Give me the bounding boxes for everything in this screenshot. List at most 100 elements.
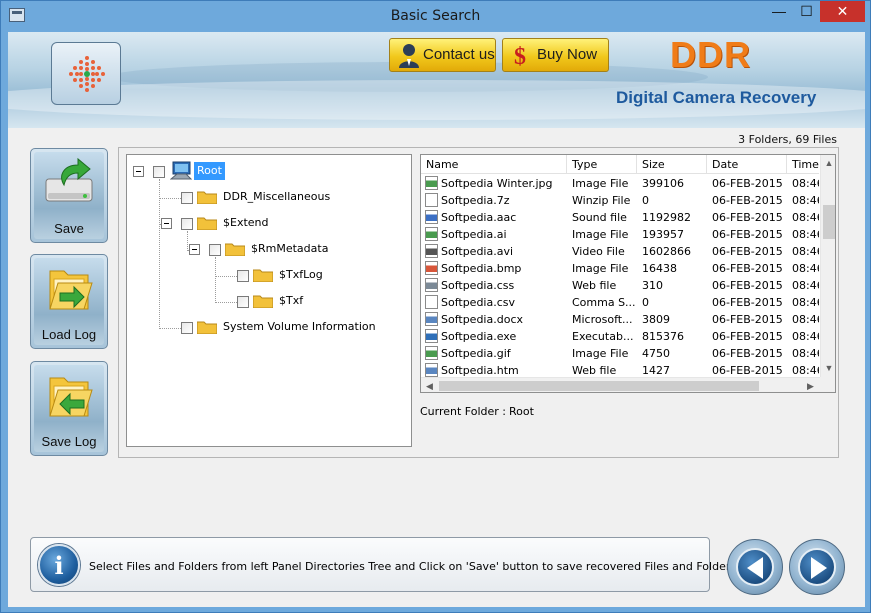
load-log-button[interactable]: Load Log [30,254,108,349]
buy-now-button[interactable]: $ Buy Now [502,38,609,72]
file-type-cell: Microsoft... [572,313,633,326]
tree-checkbox[interactable] [181,322,193,334]
root-collapse-toggle[interactable] [133,166,144,177]
window-icon [425,329,438,343]
root-checkbox[interactable] [153,166,165,178]
tree-node-label[interactable]: $RmMetadata [251,240,328,258]
file-date-cell: 06-FEB-2015 [712,296,783,309]
save-label: Save [54,221,84,236]
close-button[interactable]: ✕ [820,1,865,22]
vertical-scroll-thumb[interactable] [823,205,835,239]
scroll-down-arrow-icon[interactable]: ▼ [821,360,835,377]
tree-node-label[interactable]: $Extend [223,214,269,232]
title-bar[interactable]: Basic Search — ☐ ✕ [1,1,870,31]
file-type-cell: Winzip File [572,194,631,207]
file-row[interactable]: Softpedia.avi Video File 1602866 06-FEB-201… [421,243,819,260]
file-list-body: Softpedia Winter.jpg Image File 399106 06-F… [421,175,819,377]
scroll-right-arrow-icon[interactable]: ▶ [802,378,819,392]
maximize-button[interactable]: ☐ [793,1,820,22]
file-time-cell: 08:46 [792,211,819,224]
file-row[interactable]: Softpedia.gif Image File 4750 06-FEB-2015 08… [421,345,819,362]
brand-logo-text: DDR [670,34,751,75]
tree-node-label[interactable]: $Txf [279,292,303,310]
scroll-left-arrow-icon[interactable]: ◀ [421,378,438,392]
next-button[interactable] [789,539,845,595]
file-list-header: Name Type Size Date Time [421,155,819,174]
tree-collapse-toggle[interactable] [189,244,200,255]
tree-checkbox[interactable] [237,296,249,308]
save-log-button[interactable]: Save Log [30,361,108,456]
logo-dots-icon [69,56,105,92]
column-header-type[interactable]: Type [567,155,637,174]
scroll-up-arrow-icon[interactable]: ▲ [821,155,835,172]
file-name-cell: Softpedia.aac [441,211,517,224]
folder-load-icon [49,270,93,310]
file-row[interactable]: Softpedia.aac Sound file 1192982 06-FEB-201… [421,209,819,226]
file-size-cell: 4750 [642,347,670,360]
folder-file-count: 3 Folders, 69 Files [738,133,837,146]
tree-node-label[interactable]: $TxfLog [279,266,323,284]
file-size-cell: 1602866 [642,245,691,258]
file-name-cell: Softpedia.gif [441,347,511,360]
contact-us-label: Contact us [423,46,495,63]
column-header-date[interactable]: Date [707,155,787,174]
file-row[interactable]: Softpedia.csv Comma S... 0 06-FEB-2015 08:46 [421,294,819,311]
file-row[interactable]: Softpedia.exe Executab... 815376 06-FEB-201… [421,328,819,345]
file-row[interactable]: Softpedia.ai Image File 193957 06-FEB-2015 0… [421,226,819,243]
file-row[interactable]: Softpedia.7z Winzip File 0 06-FEB-2015 08:46 [421,192,819,209]
file-name-cell: Softpedia.avi [441,245,514,258]
dollar-icon: $ [514,44,526,68]
file-row[interactable]: Softpedia.docx Microsoft... 3809 06-FEB-201… [421,311,819,328]
document-icon [425,312,438,326]
arrow-left-icon [747,557,763,579]
horizontal-scroll-thumb[interactable] [439,381,759,391]
file-icon [425,295,438,309]
tree-node-label[interactable]: System Volume Information [223,318,376,336]
image-icon [425,176,438,190]
folder-icon [253,269,273,282]
file-name-cell: Softpedia.7z [441,194,510,207]
tree-collapse-toggle[interactable] [161,218,172,229]
vertical-scrollbar[interactable]: ▲ ▼ [820,155,835,377]
file-date-cell: 06-FEB-2015 [712,279,783,292]
status-bar: i Select Files and Folders from left Pan… [30,537,740,592]
file-size-cell: 815376 [642,330,684,343]
file-time-cell: 08:46 [792,262,819,275]
image-icon [425,227,438,241]
file-list[interactable]: Name Type Size Date Time Softpedia Winte… [420,154,836,393]
save-disk-icon [45,157,93,202]
file-row[interactable]: Softpedia.css Web file 310 06-FEB-2015 08:46 [421,277,819,294]
column-header-size[interactable]: Size [637,155,707,174]
file-row[interactable]: Softpedia Winter.jpg Image File 399106 06-F… [421,175,819,192]
file-icon [425,193,438,207]
tree-checkbox[interactable] [209,244,221,256]
image-icon [425,346,438,360]
save-button[interactable]: Save [30,148,108,243]
file-date-cell: 06-FEB-2015 [712,262,783,275]
horizontal-scrollbar[interactable]: ◀ ▶ [421,377,820,392]
tree-checkbox[interactable] [181,218,193,230]
contact-us-button[interactable]: Contact us [389,38,496,72]
status-message: Select Files and Folders from left Panel… [89,560,740,573]
content-panel: Root DDR_Miscellaneous $Extend $RmMetada… [118,147,839,458]
file-type-cell: Image File [572,347,629,360]
tree-node-label[interactable]: DDR_Miscellaneous [223,188,330,206]
tree-node-root[interactable]: Root [194,162,225,180]
file-date-cell: 06-FEB-2015 [712,228,783,241]
file-date-cell: 06-FEB-2015 [712,177,783,190]
arrow-right-icon [811,557,827,579]
app-window: Basic Search — ☐ ✕ Contact us $ Buy Now … [0,0,871,613]
file-size-cell: 0 [642,296,649,309]
minimize-button[interactable]: — [765,1,793,22]
file-time-cell: 08:46 [792,330,819,343]
window-title: Basic Search [390,8,481,24]
current-folder-value: Root [509,405,534,418]
file-size-cell: 310 [642,279,663,292]
tree-checkbox[interactable] [181,192,193,204]
file-row[interactable]: Softpedia.bmp Image File 16438 06-FEB-2015 0… [421,260,819,277]
tree-checkbox[interactable] [237,270,249,282]
file-type-cell: Image File [572,262,629,275]
back-button[interactable] [727,539,783,595]
directory-tree[interactable]: Root DDR_Miscellaneous $Extend $RmMetada… [126,154,412,447]
column-header-name[interactable]: Name [421,155,567,174]
